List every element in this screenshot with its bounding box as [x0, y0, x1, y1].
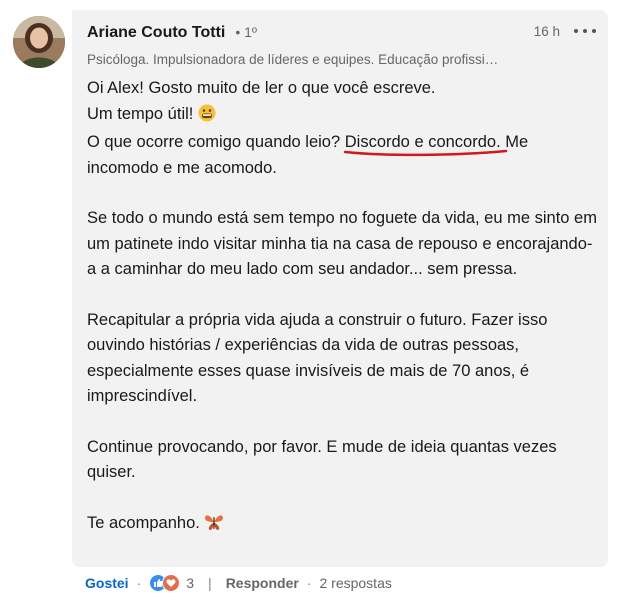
comment-paragraph: Oi Alex! Gosto muito de ler o que você e…: [87, 76, 597, 181]
like-button[interactable]: Gostei: [85, 575, 129, 591]
separator-bar: |: [208, 575, 212, 591]
comment-text: Te acompanho.: [87, 513, 200, 532]
separator-dot: ·: [306, 575, 312, 591]
author-row: Ariane Couto Totti • 1º: [87, 24, 257, 48]
grinning-face-icon: [198, 104, 216, 131]
highlighted-phrase: Discordo e concordo: [343, 130, 507, 157]
comment-text: Oi Alex! Gosto muito de ler o que você e…: [87, 79, 436, 97]
connection-degree: • 1º: [235, 24, 258, 40]
reaction-count[interactable]: 3: [186, 575, 194, 591]
separator-dot: ·: [136, 575, 142, 591]
more-options-icon[interactable]: [574, 27, 596, 35]
love-reaction-icon: [162, 574, 181, 592]
red-underline-annotation: [343, 149, 507, 157]
butterfly-icon: [204, 513, 224, 540]
comment-paragraph: Te acompanho.: [87, 511, 597, 540]
reply-button[interactable]: Responder: [226, 575, 299, 591]
comment-text: Um tempo útil!: [87, 104, 194, 123]
author-name[interactable]: Ariane Couto Totti: [87, 24, 225, 42]
comment-actions: Gostei · 3 | Responder · 2 respostas: [85, 573, 392, 593]
comment-text: O que ocorre comigo quando leio?: [87, 133, 345, 151]
comment-bubble: Ariane Couto Totti • 1º Psicóloga. Impul…: [72, 10, 608, 567]
comment-paragraph: Recapitular a própria vida ajuda a const…: [87, 310, 548, 406]
avatar[interactable]: [13, 16, 65, 68]
comment-timestamp: 16 h: [533, 24, 560, 39]
comment-paragraph: Se todo o mundo está sem tempo no foguet…: [87, 209, 597, 278]
comment-body: Oi Alex! Gosto muito de ler o que você e…: [87, 76, 597, 564]
reactions-summary[interactable]: [149, 574, 181, 592]
comment-paragraph: Continue provocando, por favor. E mude d…: [87, 437, 557, 482]
author-headline: Psicóloga. Impulsionadora de líderes e e…: [87, 52, 499, 67]
replies-count-link[interactable]: 2 respostas: [319, 575, 391, 591]
